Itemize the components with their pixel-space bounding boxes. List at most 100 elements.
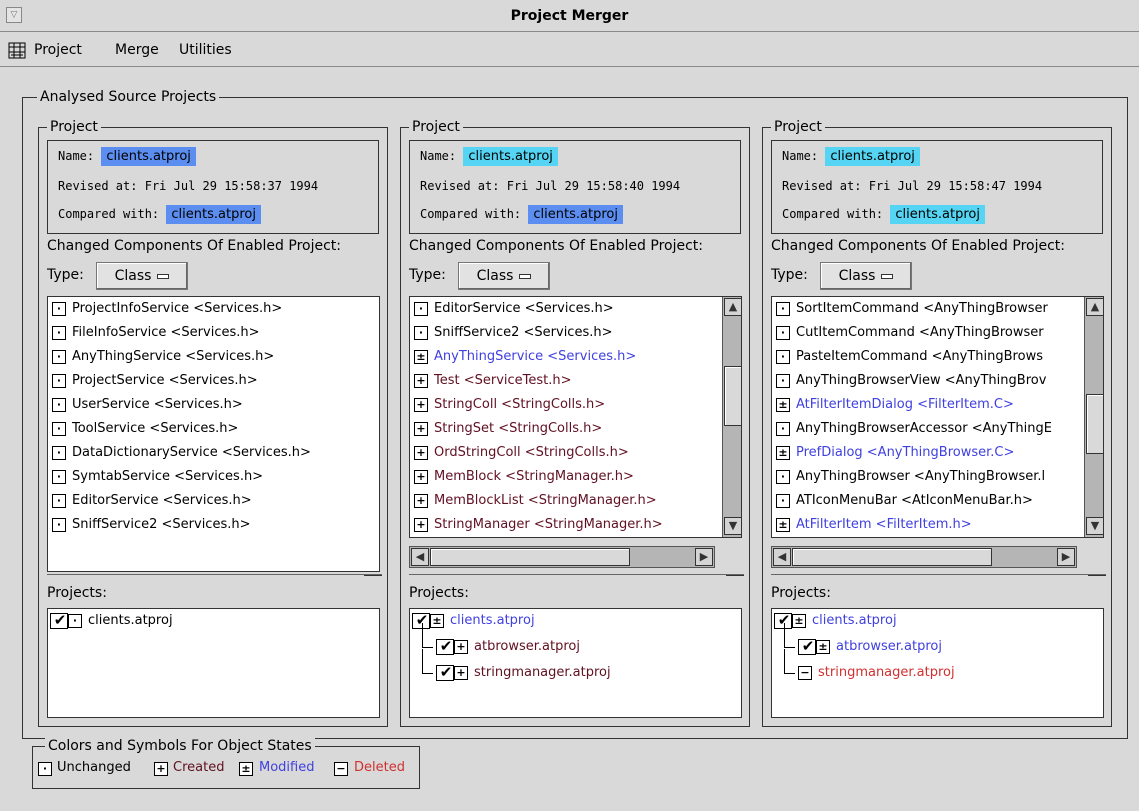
- component-row[interactable]: · SniffService2 <Services.h>: [410, 321, 720, 345]
- project-tree-label: clients.atproj: [450, 613, 535, 628]
- project-tree-row[interactable]: ✔ · clients.atproj: [48, 609, 378, 633]
- component-row[interactable]: + MemBlock <StringManager.h>: [410, 465, 720, 489]
- component-row[interactable]: · SymtabService <Services.h>: [48, 465, 379, 489]
- projects-tree-list[interactable]: ✔ ± clients.atproj ✔ ± atbrowser.atproj − strin…: [771, 608, 1104, 718]
- component-row[interactable]: · EditorService <Services.h>: [410, 297, 720, 321]
- component-row[interactable]: · ATIconMenuBar <AtIconMenuBar.h>: [772, 489, 1082, 513]
- component-row[interactable]: + MemBlockList <StringManager.h>: [410, 489, 720, 513]
- component-row[interactable]: · AnyThingBrowser <AnyThingBrowser.l: [772, 465, 1082, 489]
- component-label: AtFilterItemDialog <FilterItem.C>: [796, 397, 1014, 412]
- project-name-value: clients.atproj: [101, 147, 196, 166]
- type-option-indicator-icon: [157, 273, 170, 279]
- unchanged-symbol-icon: ·: [776, 326, 790, 340]
- enable-checkbox[interactable]: ✔: [436, 664, 454, 681]
- project-tree-row[interactable]: ✔ ± clients.atproj: [410, 609, 740, 633]
- revised-row: Revised at: Fri Jul 29 15:58:40 1994: [420, 179, 680, 193]
- revised-row: Revised at: Fri Jul 29 15:58:37 1994: [58, 179, 318, 193]
- horizontal-scrollbar[interactable]: ◀ ▶: [771, 546, 1077, 568]
- vertical-scrollbar[interactable]: ▲ ▼: [722, 297, 741, 537]
- scroll-up-arrow-icon[interactable]: ▲: [724, 298, 741, 316]
- unchanged-symbol-icon: ·: [414, 326, 428, 340]
- scroll-down-arrow-icon[interactable]: ▼: [1086, 517, 1103, 535]
- component-label: ATIconMenuBar <AtIconMenuBar.h>: [796, 493, 1033, 508]
- component-row[interactable]: · SniffService2 <Services.h>: [48, 513, 379, 537]
- component-row[interactable]: · AnyThingService <Services.h>: [48, 345, 379, 369]
- project-tree-row[interactable]: ✔ ± clients.atproj: [772, 609, 1102, 633]
- component-row[interactable]: · ToolService <Services.h>: [48, 417, 379, 441]
- component-row[interactable]: + StringManager <StringManager.h>: [410, 513, 720, 537]
- component-label: EditorService <Services.h>: [434, 301, 614, 316]
- horizontal-scroll-thumb[interactable]: [792, 548, 992, 566]
- type-option-menu[interactable]: Class: [96, 262, 188, 290]
- changed-components-list[interactable]: · SortItemCommand <AnyThingBrowser · CutIte…: [771, 296, 1104, 538]
- component-row[interactable]: ± AtFilterItem <FilterItem.h>: [772, 513, 1082, 537]
- component-row[interactable]: + Test <ServiceTest.h>: [410, 369, 720, 393]
- compared-row: Compared with: clients.atproj: [782, 205, 985, 224]
- component-row[interactable]: + OrdStringColl <StringColls.h>: [410, 441, 720, 465]
- vertical-scroll-thumb[interactable]: [1086, 394, 1103, 454]
- scroll-right-arrow-icon[interactable]: ▶: [695, 548, 713, 566]
- scroll-left-arrow-icon[interactable]: ◀: [773, 548, 791, 566]
- changed-components-list[interactable]: · ProjectInfoService <Services.h> · FileInf…: [47, 296, 380, 572]
- component-row[interactable]: ± AtFilterItemDialog <FilterItem.C>: [772, 393, 1082, 417]
- projects-tree-list[interactable]: ✔ · clients.atproj: [47, 608, 380, 718]
- project-info-box: Name: clients.atproj Revised at: Fri Jul …: [47, 140, 379, 234]
- compared-row: Compared with: clients.atproj: [58, 205, 261, 224]
- menu-merge[interactable]: Merge: [115, 42, 159, 58]
- scroll-down-arrow-icon[interactable]: ▼: [724, 517, 741, 535]
- changed-components-label: Changed Components Of Enabled Project:: [409, 238, 703, 254]
- modified-symbol-icon: ±: [776, 398, 790, 412]
- enable-checkbox[interactable]: ✔: [50, 612, 68, 629]
- enable-checkbox[interactable]: ✔: [436, 638, 454, 655]
- component-row[interactable]: + StringColl <StringColls.h>: [410, 393, 720, 417]
- legend-modified-label: Modified: [259, 760, 315, 775]
- project-info-box: Name: clients.atproj Revised at: Fri Jul …: [771, 140, 1103, 234]
- created-symbol-icon: +: [414, 518, 428, 532]
- changed-components-list[interactable]: · EditorService <Services.h> · SniffService…: [409, 296, 742, 538]
- menu-project[interactable]: Project: [34, 42, 82, 58]
- type-option-menu[interactable]: Class: [458, 262, 550, 290]
- component-row[interactable]: · ProjectService <Services.h>: [48, 369, 379, 393]
- project-tree-row[interactable]: − stringmanager.atproj: [772, 649, 1102, 685]
- type-option-menu[interactable]: Class: [820, 262, 912, 290]
- component-row[interactable]: · EditorService <Services.h>: [48, 489, 379, 513]
- component-row[interactable]: + StringSet <StringColls.h>: [410, 417, 720, 441]
- project-tree-row[interactable]: ✔ + atbrowser.atproj: [410, 623, 740, 659]
- scroll-right-arrow-icon[interactable]: ▶: [1057, 548, 1075, 566]
- projects-tree-list[interactable]: ✔ ± clients.atproj ✔ + atbrowser.atproj ✔ + stri…: [409, 608, 742, 718]
- revised-label: Revised at:: [420, 179, 500, 193]
- component-row[interactable]: · ProjectInfoService <Services.h>: [48, 297, 379, 321]
- component-row[interactable]: · SortItemCommand <AnyThingBrowser: [772, 297, 1082, 321]
- horizontal-scroll-thumb[interactable]: [430, 548, 630, 566]
- changed-components-label: Changed Components Of Enabled Project:: [47, 238, 341, 254]
- project-tree-label: atbrowser.atproj: [474, 639, 580, 654]
- pane-separator: [47, 574, 382, 575]
- unchanged-symbol-icon: ·: [52, 422, 66, 436]
- scroll-up-arrow-icon[interactable]: ▲: [1086, 298, 1103, 316]
- unchanged-symbol-icon: ·: [776, 302, 790, 316]
- vertical-scrollbar[interactable]: ▲ ▼: [1084, 297, 1103, 537]
- component-row[interactable]: · FileInfoService <Services.h>: [48, 321, 379, 345]
- horizontal-scrollbar[interactable]: ◀ ▶: [409, 546, 715, 568]
- component-row[interactable]: · UserService <Services.h>: [48, 393, 379, 417]
- component-row[interactable]: ± PrefDialog <AnyThingBrowser.C>: [772, 441, 1082, 465]
- vertical-scroll-thumb[interactable]: [724, 366, 741, 426]
- component-row[interactable]: · AnyThingBrowserAccessor <AnyThingE: [772, 417, 1082, 441]
- menu-utilities[interactable]: Utilities: [179, 42, 232, 58]
- deleted-symbol-icon: −: [334, 762, 348, 776]
- component-row[interactable]: · CutItemCommand <AnyThingBrowser: [772, 321, 1082, 345]
- projects-label: Projects:: [771, 585, 831, 601]
- component-row[interactable]: · AnyThingBrowserView <AnyThingBrov: [772, 369, 1082, 393]
- enable-checkbox[interactable]: ✔: [798, 638, 816, 655]
- component-label: SniffService2 <Services.h>: [72, 517, 251, 532]
- unchanged-symbol-icon: ·: [776, 470, 790, 484]
- component-row[interactable]: · DataDictionaryService <Services.h>: [48, 441, 379, 465]
- window-title-bar[interactable]: ▽ Project Merger: [0, 0, 1139, 32]
- scroll-left-arrow-icon[interactable]: ◀: [411, 548, 429, 566]
- project-panel: Project Name: clients.atproj Revised at: F…: [38, 118, 388, 727]
- revised-value: Fri Jul 29 15:58:37 1994: [144, 179, 319, 193]
- component-row[interactable]: · PasteItemCommand <AnyThingBrows: [772, 345, 1082, 369]
- component-row[interactable]: ± AnyThingService <Services.h>: [410, 345, 720, 369]
- project-tree-row[interactable]: ✔ + stringmanager.atproj: [410, 649, 740, 685]
- project-tree-row[interactable]: ✔ ± atbrowser.atproj: [772, 623, 1102, 659]
